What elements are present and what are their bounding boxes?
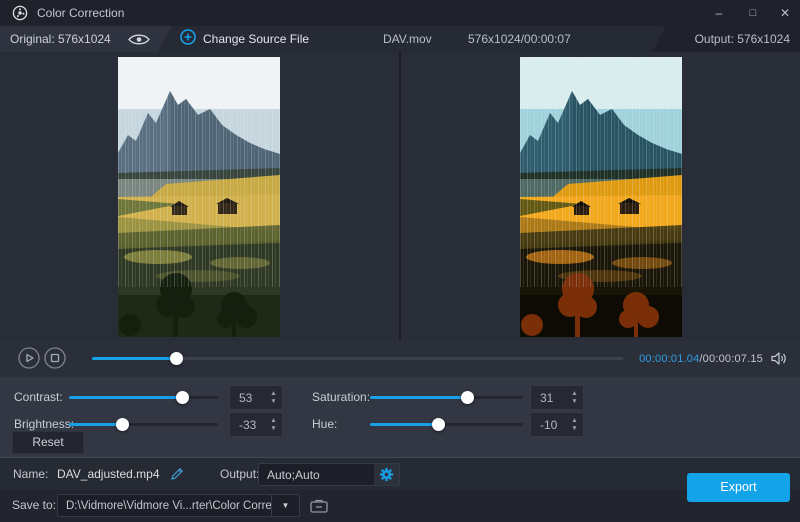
plus-icon [180, 28, 196, 50]
spin-down-button[interactable]: ▼ [571, 425, 577, 432]
saturation-label: Saturation: [312, 390, 371, 404]
spin-down-button[interactable]: ▼ [270, 398, 276, 405]
title-bar: Color Correction – □ ✕ [0, 0, 800, 26]
contrast-slider[interactable] [69, 390, 218, 404]
preview-divider [399, 52, 401, 340]
chevron-down-icon: ▼ [281, 501, 290, 510]
name-value: DAV_adjusted.mp4 [57, 467, 160, 481]
seek-handle[interactable] [170, 352, 184, 365]
source-info-bar: Original: 576x1024 Change Source File DA… [0, 26, 800, 52]
contrast-value-field[interactable]: 53 ▲ ▼ [229, 385, 283, 410]
output-video-preview [520, 57, 682, 337]
preview-toggle-eye-icon[interactable] [128, 33, 150, 46]
seek-slider[interactable] [92, 340, 623, 377]
gear-icon [379, 467, 394, 482]
output-format-value: Auto;Auto [267, 467, 320, 482]
saturation-value-field[interactable]: 31 ▲ ▼ [530, 385, 584, 410]
saturation-slider[interactable] [370, 390, 523, 404]
slider-handle[interactable] [461, 390, 475, 404]
save-bar: Save to: D:\Vidmore\Vidmore Vi...rter\Co… [0, 490, 800, 522]
maximize-button[interactable]: □ [740, 0, 766, 26]
change-source-label: Change Source File [203, 32, 310, 46]
slider-fill [69, 395, 183, 399]
slider-handle[interactable] [432, 417, 446, 431]
current-time: 00:00:01.04 [639, 352, 700, 365]
output-info-section: Output: 576x1024 [652, 26, 800, 52]
spin-up-button[interactable]: ▲ [571, 390, 577, 397]
source-resolution-duration: 576x1024/00:00:07 [468, 32, 571, 46]
hue-slider[interactable] [370, 417, 523, 431]
output-settings-bar: Name: DAV_adjusted.mp4 Output: Auto;Auto [0, 457, 800, 490]
spin-down-button[interactable]: ▼ [571, 398, 577, 405]
brightness-value-field[interactable]: -33 ▲ ▼ [229, 412, 283, 437]
time-display: 00:00:01.04/00:00:07.15 [639, 353, 763, 365]
save-to-label: Save to: [12, 498, 57, 512]
source-filename: DAV.mov [383, 32, 432, 46]
output-format-label: Output: [220, 467, 260, 481]
minimize-button[interactable]: – [706, 0, 732, 26]
adjustments-panel: Contrast: 53 ▲ ▼ Saturation: 31 ▲ ▼ Bright… [0, 377, 800, 457]
slider-handle[interactable] [116, 417, 130, 431]
saturation-value: 31 [540, 390, 554, 405]
play-button[interactable] [18, 347, 40, 369]
slider-fill [69, 422, 123, 426]
folder-icon [310, 499, 328, 513]
slider-handle[interactable] [175, 390, 189, 404]
output-resolution-label: Output: 576x1024 [694, 32, 790, 46]
stop-button[interactable] [44, 347, 66, 369]
save-path-combobox[interactable]: D:\Vidmore\Vidmore Vi...rter\Color Corre… [57, 494, 300, 517]
reset-button[interactable]: Reset [12, 431, 84, 454]
total-time: /00:00:07.15 [699, 352, 763, 365]
save-path-text: D:\Vidmore\Vidmore Vi...rter\Color Corre… [66, 499, 271, 512]
export-button[interactable]: Export [687, 473, 790, 502]
hue-value: -10 [540, 417, 558, 432]
change-source-button[interactable]: Change Source File [180, 26, 309, 52]
hue-label: Hue: [312, 417, 338, 431]
volume-button[interactable] [771, 351, 788, 366]
name-label: Name: [13, 467, 49, 481]
brightness-slider[interactable] [69, 417, 218, 431]
slider-fill [370, 422, 439, 426]
output-settings-button[interactable] [374, 464, 399, 485]
preview-area [0, 52, 800, 340]
spin-up-button[interactable]: ▲ [571, 417, 577, 424]
contrast-label: Contrast: [14, 390, 63, 404]
spin-down-button[interactable]: ▼ [270, 425, 276, 432]
browse-folder-button[interactable] [306, 494, 332, 517]
spin-up-button[interactable]: ▲ [270, 417, 276, 424]
playback-bar: 00:00:01.04/00:00:07.15 [0, 340, 800, 377]
original-video-preview [118, 57, 280, 337]
contrast-value: 53 [239, 390, 253, 405]
original-resolution-label: Original: 576x1024 [10, 32, 111, 46]
spin-up-button[interactable]: ▲ [270, 390, 276, 397]
hue-value-field[interactable]: -10 ▲ ▼ [530, 412, 584, 437]
close-button[interactable]: ✕ [772, 0, 798, 26]
slider-fill [370, 395, 468, 399]
color-correction-window: Color Correction – □ ✕ Original: 576x102… [0, 0, 800, 522]
brightness-value: -33 [239, 417, 257, 432]
seek-fill [92, 357, 177, 360]
app-logo-icon [12, 5, 28, 21]
edit-name-button[interactable] [169, 466, 185, 482]
output-format-field[interactable]: Auto;Auto [258, 463, 400, 486]
dropdown-button[interactable]: ▼ [271, 495, 299, 516]
window-title: Color Correction [37, 6, 125, 20]
